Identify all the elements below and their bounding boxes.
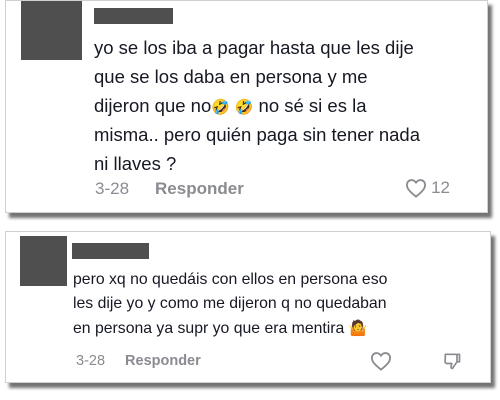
heart-outline-icon <box>370 352 391 371</box>
avatar-redacted[interactable] <box>21 1 82 60</box>
shrug-emoji: 🤷 <box>348 319 368 337</box>
dislike-button[interactable] <box>442 351 462 376</box>
comment-card: yo se los iba a pagar hasta que les dije… <box>5 0 488 213</box>
comment-date: 3-28 <box>76 353 106 369</box>
like-count: 12 <box>431 178 450 197</box>
heart-outline-icon <box>406 179 427 198</box>
laughing-emoji: 🤣 🤣 <box>211 97 254 116</box>
username-redacted[interactable] <box>94 8 173 24</box>
comment-text-part: pero xq no quedáis con ellos en persona … <box>73 271 388 337</box>
like-button[interactable] <box>370 351 392 376</box>
comment-card: pero xq no quedáis con ellos en persona … <box>5 231 491 383</box>
like-button[interactable]: 12 <box>405 178 450 198</box>
comment-meta: 3-28 Responder <box>76 353 201 369</box>
comment-text: yo se los iba a pagar hasta que les dije… <box>94 34 479 179</box>
username-redacted[interactable] <box>72 243 149 259</box>
thumbs-down-outline-icon <box>444 353 461 370</box>
comment-text: pero xq no quedáis con ellos en persona … <box>73 268 483 341</box>
comment-meta: 3-28 Responder <box>95 179 244 199</box>
reply-button[interactable]: Responder <box>155 179 244 199</box>
avatar-redacted[interactable] <box>20 236 67 286</box>
comment-date: 3-28 <box>95 179 130 198</box>
reply-button[interactable]: Responder <box>125 353 201 369</box>
